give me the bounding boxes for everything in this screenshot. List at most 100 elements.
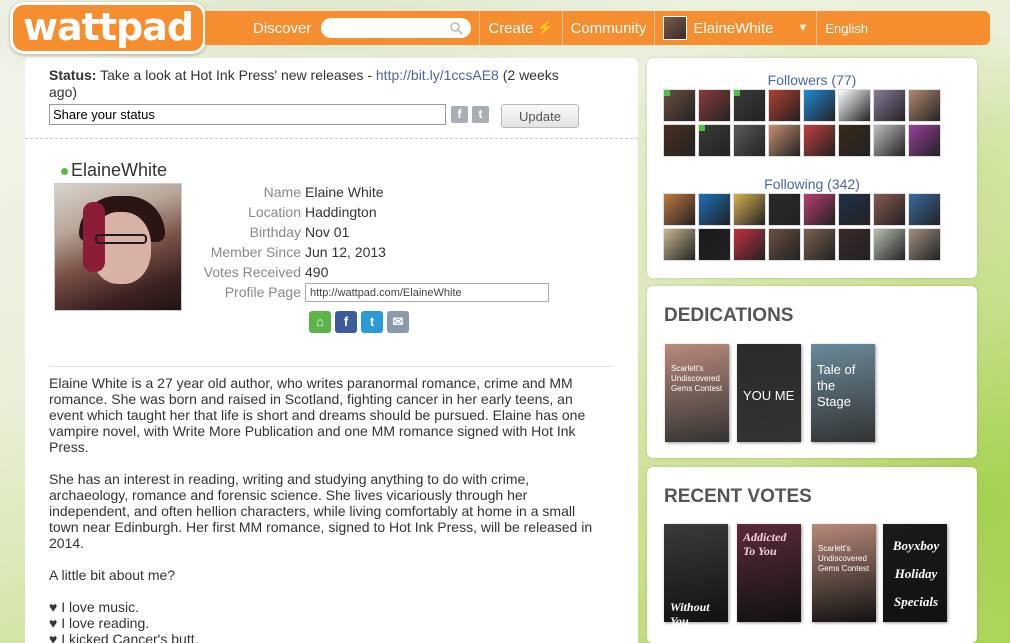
user-thumbnail[interactable] (698, 124, 731, 157)
profile-name-text: ElaineWhite (71, 160, 168, 180)
vote-cover[interactable]: Without You (664, 524, 728, 628)
bio-paragraph: Elaine White is a 27 year old author, wh… (49, 375, 586, 455)
nav-create[interactable]: Create ⚡ (480, 11, 563, 45)
user-thumbnail[interactable] (803, 89, 836, 122)
info-row-birthday: Birthday Nov 01 (195, 222, 549, 242)
facebook-share-icon[interactable]: f (451, 106, 468, 123)
user-thumbnail[interactable] (803, 228, 836, 261)
top-navbar: Discover Create ⚡ Community ElaineWhite … (205, 11, 990, 45)
twitter-icon[interactable]: t (361, 311, 383, 333)
profile-photo[interactable] (54, 183, 182, 311)
dedication-cover[interactable]: Tale of the Stage (811, 344, 875, 442)
user-thumbnail[interactable] (663, 124, 696, 157)
following-title[interactable]: Following (342) (647, 176, 977, 192)
user-thumbnail[interactable] (873, 193, 906, 226)
bio-list-item: ♥ I love music. (49, 599, 140, 615)
wattpad-logo[interactable]: wattpad (10, 2, 206, 54)
user-thumbnail[interactable] (873, 89, 906, 122)
user-thumbnail[interactable] (873, 228, 906, 261)
user-thumbnail[interactable] (838, 228, 871, 261)
user-thumbnail[interactable] (838, 193, 871, 226)
cover-title: Boyxboy Holiday Specials (892, 538, 940, 609)
recent-votes-panel: RECENT VOTES Without You Addicted To You… (647, 467, 977, 643)
photo-glasses (95, 234, 147, 244)
nav-discover[interactable]: Discover (205, 11, 481, 45)
nav-user-menu[interactable]: ElaineWhite ▼ (655, 11, 818, 45)
profile-bio: Elaine White is a 27 year old author, wh… (49, 375, 604, 643)
cover-title: Scarlett's Undiscovered Gems Contest (671, 364, 723, 393)
user-thumbnail[interactable] (698, 89, 731, 122)
nav-discover-label[interactable]: Discover (253, 20, 311, 37)
profile-name: ElaineWhite (61, 160, 167, 181)
lightning-icon: ⚡ (537, 20, 554, 35)
search-input[interactable] (321, 18, 442, 38)
info-label: Location (248, 204, 301, 220)
home-icon[interactable]: ⌂ (309, 311, 331, 333)
profile-url-field[interactable] (305, 283, 549, 302)
nav-username[interactable]: ElaineWhite (693, 20, 773, 37)
nav-language-label[interactable]: English (825, 21, 868, 36)
user-thumbnail[interactable] (733, 89, 766, 122)
user-thumbnail[interactable] (698, 193, 731, 226)
vote-cover[interactable]: Scarlett's Undiscovered Gems Contest (812, 524, 876, 622)
user-thumbnail[interactable] (733, 228, 766, 261)
info-label: Birthday (249, 224, 301, 240)
info-row-votes: Votes Received 490 (195, 262, 549, 282)
vote-cover[interactable]: Addicted To You (737, 524, 801, 622)
user-thumbnail[interactable] (908, 124, 941, 157)
user-thumbnail[interactable] (733, 193, 766, 226)
user-thumbnail[interactable] (768, 124, 801, 157)
user-thumbnail[interactable] (663, 193, 696, 226)
user-thumbnail[interactable] (803, 193, 836, 226)
info-row-member-since: Member Since Jun 12, 2013 (195, 242, 549, 262)
dedication-cover[interactable]: YOU ME (737, 344, 801, 442)
nav-community[interactable]: Community (563, 11, 656, 45)
twitter-share-icon[interactable]: t (472, 106, 489, 123)
user-thumbnail[interactable] (768, 193, 801, 226)
search-icon[interactable] (449, 21, 463, 35)
dedication-cover[interactable]: Scarlett's Undiscovered Gems Contest (665, 344, 729, 442)
user-thumbnail[interactable] (908, 193, 941, 226)
info-value: 490 (305, 264, 329, 280)
user-thumbnail[interactable] (663, 89, 696, 122)
info-label: Votes Received (203, 264, 301, 280)
vote-cover[interactable]: Boyxboy Holiday Specials (883, 524, 947, 622)
status-link[interactable]: http://bit.ly/1ccsAE8 (376, 67, 499, 83)
bio-list-item: ♥ I love reading. (49, 615, 150, 631)
profile-main-panel: Status: Take a look at Hot Ink Press' ne… (25, 58, 638, 643)
info-label: Profile Page (224, 284, 301, 300)
search-box[interactable] (321, 18, 472, 38)
info-value: Nov 01 (305, 224, 350, 240)
followers-grid (663, 89, 941, 157)
user-thumbnail[interactable] (663, 228, 696, 261)
share-status-input[interactable] (49, 104, 446, 125)
user-thumbnail[interactable] (873, 124, 906, 157)
followers-title[interactable]: Followers (77) (647, 72, 977, 88)
user-avatar[interactable] (663, 16, 688, 40)
update-status-button[interactable]: Update (501, 104, 579, 128)
nav-community-label[interactable]: Community (571, 20, 647, 37)
info-value: Jun 12, 2013 (305, 244, 386, 260)
user-thumbnail[interactable] (698, 228, 731, 261)
nav-create-label[interactable]: Create (488, 20, 533, 37)
cover-title: Scarlett's Undiscovered Gems Contest (818, 544, 870, 573)
cover-title: Addicted To You (743, 530, 787, 558)
info-label: Member Since (210, 244, 301, 260)
following-grid (663, 193, 941, 261)
dedications-panel: DEDICATIONS Scarlett's Undiscovered Gems… (647, 286, 977, 458)
facebook-icon[interactable]: f (335, 311, 357, 333)
user-thumbnail[interactable] (768, 228, 801, 261)
user-thumbnail[interactable] (908, 228, 941, 261)
info-row-profile-page: Profile Page (195, 282, 549, 302)
user-thumbnail[interactable] (838, 89, 871, 122)
user-thumbnail[interactable] (803, 124, 836, 157)
nav-language[interactable]: English (817, 11, 876, 45)
user-thumbnail[interactable] (838, 124, 871, 157)
chevron-down-icon[interactable]: ▼ (797, 22, 808, 34)
user-thumbnail[interactable] (733, 124, 766, 157)
share-icon[interactable]: ✉ (387, 311, 409, 333)
cover-title: Without You (670, 600, 710, 628)
user-thumbnail[interactable] (908, 89, 941, 122)
user-thumbnail[interactable] (768, 89, 801, 122)
info-row-location: Location Haddington (195, 202, 549, 222)
